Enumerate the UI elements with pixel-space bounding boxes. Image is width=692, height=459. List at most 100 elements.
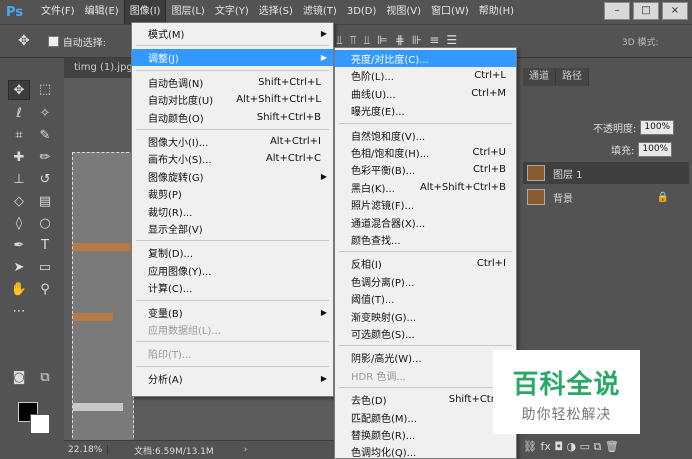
- more-tools-icon[interactable]: ⋯: [8, 302, 30, 322]
- align-right-icon[interactable]: ⊪: [412, 33, 422, 48]
- layer-row[interactable]: 图层 1: [523, 162, 689, 184]
- adjust-menu-item[interactable]: 色调分离(P)...: [335, 273, 516, 290]
- menu-7[interactable]: 3D(D): [342, 0, 382, 24]
- zoom-tool-icon[interactable]: ⚲: [34, 280, 56, 300]
- menu-item-label: 画布大小(S)...: [148, 155, 212, 167]
- image-menu-item[interactable]: 应用图像(Y)...: [132, 262, 333, 279]
- quick-mask-icon[interactable]: ◙: [8, 368, 30, 388]
- menu-5[interactable]: 选择(S): [254, 0, 298, 24]
- status-nav-arrow[interactable]: ›: [214, 445, 248, 455]
- image-menu-item[interactable]: 模式(M) ▶: [132, 25, 333, 42]
- align-left-icon[interactable]: ⊫: [377, 33, 387, 48]
- healing-brush-icon[interactable]: ✚: [8, 148, 30, 168]
- document-tab[interactable]: timg (1).jpg: [64, 58, 136, 78]
- layers-bottom-icons[interactable]: ⛓ fx ◘ ◑ ▭ ⧉ 🗑: [523, 438, 689, 456]
- align-vcenter-icon[interactable]: ⫪: [350, 33, 357, 48]
- type-tool-icon[interactable]: T: [34, 236, 56, 256]
- distribute-v-icon[interactable]: ☰: [446, 33, 457, 48]
- align-hcenter-icon[interactable]: ⋕: [395, 33, 405, 48]
- adjust-menu-item[interactable]: 色相/饱和度(H)... Ctrl+U: [335, 144, 516, 161]
- marquee-tool-icon[interactable]: ⬚: [34, 80, 56, 100]
- rectangle-tool-icon[interactable]: ▭: [34, 258, 56, 278]
- menu-2[interactable]: 图像(I): [123, 0, 167, 24]
- screen-mode-icon[interactable]: ⧉: [34, 368, 56, 388]
- blur-tool-icon[interactable]: ◊: [8, 214, 30, 234]
- image-menu-item[interactable]: 自动颜色(O) Shift+Ctrl+B: [132, 109, 333, 126]
- image-menu-item[interactable]: 图像旋转(G) ▶: [132, 168, 333, 185]
- path-select-icon[interactable]: ➤: [8, 258, 30, 278]
- image-menu-item[interactable]: 调整(J) ▶: [132, 49, 333, 67]
- image-menu-item[interactable]: 显示全部(V): [132, 220, 333, 237]
- magic-wand-icon[interactable]: ✧: [34, 104, 56, 124]
- eraser-tool-icon[interactable]: ◇: [8, 192, 30, 212]
- close-button[interactable]: ×: [662, 2, 688, 20]
- auto-select-label: 自动选择:: [62, 37, 107, 49]
- adjust-menu-item[interactable]: 色阶(L)... Ctrl+L: [335, 67, 516, 84]
- adjust-menu-item[interactable]: 曝光度(E)...: [335, 102, 516, 119]
- adjust-menu-item[interactable]: 黑白(K)... Alt+Shift+Ctrl+B: [335, 179, 516, 196]
- history-brush-icon[interactable]: ↺: [34, 170, 56, 190]
- adjust-menu-item[interactable]: 阈值(T)...: [335, 290, 516, 307]
- pen-tool-icon[interactable]: ✒: [8, 236, 30, 256]
- image-menu-item[interactable]: 自动色调(N) Shift+Ctrl+L: [132, 74, 333, 91]
- menu-9[interactable]: 窗口(W): [426, 0, 474, 24]
- image-menu-item: 应用数据组(L)...: [132, 321, 333, 338]
- menu-0[interactable]: 文件(F): [36, 0, 80, 24]
- brush-tool-icon[interactable]: ✏: [34, 148, 56, 168]
- menu-item-label: 复制(D)...: [148, 249, 194, 261]
- auto-select-checkbox[interactable]: [47, 35, 59, 47]
- menu-8[interactable]: 视图(V): [381, 0, 426, 24]
- image-menu-item[interactable]: 裁切(R)...: [132, 203, 333, 220]
- adjust-menu-item[interactable]: 颜色查找...: [335, 231, 516, 248]
- adjust-menu-item[interactable]: 色调均化(Q)...: [335, 443, 516, 459]
- menu-10[interactable]: 帮助(H): [474, 0, 519, 24]
- adjust-menu-item[interactable]: 阴影/高光(W)...: [335, 349, 516, 366]
- adjust-menu-item[interactable]: 匹配颜色(M)...: [335, 409, 516, 426]
- image-menu-item[interactable]: 自动对比度(U) Alt+Shift+Ctrl+L: [132, 91, 333, 108]
- layer-row[interactable]: 背景 🔒: [523, 186, 689, 208]
- adjust-menu-item[interactable]: 自然饱和度(V)...: [335, 127, 516, 144]
- distribute-icon[interactable]: ≡: [429, 33, 439, 48]
- image-menu-item[interactable]: 画布大小(S)... Alt+Ctrl+C: [132, 150, 333, 167]
- fill-field[interactable]: 100%: [638, 141, 673, 157]
- minimize-button[interactable]: –: [604, 2, 630, 20]
- image-menu-item[interactable]: 分析(A) ▶: [132, 370, 333, 387]
- document-image[interactable]: [72, 152, 134, 448]
- align-bottom-icon[interactable]: ⫫: [364, 33, 371, 48]
- stamp-tool-icon[interactable]: ⊥: [8, 170, 30, 190]
- hand-tool-icon[interactable]: ✋: [8, 280, 30, 300]
- adjust-menu-item[interactable]: 去色(D) Shift+Ctrl+: [335, 391, 516, 408]
- menu-1[interactable]: 编辑(E): [80, 0, 124, 24]
- adjust-menu-item[interactable]: 可选颜色(S)...: [335, 325, 516, 342]
- adjust-menu-item[interactable]: 亮度/对比度(C)...: [335, 50, 516, 67]
- move-tool-icon[interactable]: ✥: [8, 80, 30, 100]
- menu-6[interactable]: 滤镜(T): [298, 0, 342, 24]
- image-menu-item[interactable]: 计算(C)...: [132, 279, 333, 296]
- menu-4[interactable]: 文字(Y): [210, 0, 254, 24]
- image-menu-item[interactable]: 变量(B) ▶: [132, 304, 333, 321]
- zoom-level[interactable]: 22.18%: [64, 445, 108, 455]
- gradient-tool-icon[interactable]: ▤: [34, 192, 56, 212]
- tab-channels[interactable]: 通道: [523, 68, 556, 86]
- dodge-tool-icon[interactable]: ○: [34, 214, 56, 234]
- adjust-menu-item[interactable]: 渐变映射(G)...: [335, 308, 516, 325]
- eyedropper-icon[interactable]: ✎: [34, 126, 56, 146]
- adjust-menu-item[interactable]: 照片滤镜(F)...: [335, 196, 516, 213]
- adjust-menu-item[interactable]: 通道混合器(X)...: [335, 214, 516, 231]
- move-icon[interactable]: ✥: [18, 33, 30, 49]
- image-menu-item[interactable]: 复制(D)...: [132, 244, 333, 261]
- align-top-icon[interactable]: ⫫: [336, 33, 343, 48]
- tab-paths[interactable]: 路径: [556, 68, 589, 86]
- menu-3[interactable]: 图层(L): [166, 0, 209, 24]
- image-menu-item[interactable]: 裁剪(P): [132, 185, 333, 202]
- adjust-menu-item[interactable]: 曲线(U)... Ctrl+M: [335, 85, 516, 102]
- maximize-button[interactable]: □: [633, 2, 659, 20]
- adjust-menu-item[interactable]: 色彩平衡(B)... Ctrl+B: [335, 161, 516, 178]
- adjust-menu-item[interactable]: 反相(I) Ctrl+I: [335, 255, 516, 272]
- background-color-swatch[interactable]: [30, 414, 50, 434]
- adjust-menu-item[interactable]: 替换颜色(R)...: [335, 426, 516, 443]
- image-menu-item[interactable]: 图像大小(I)... Alt+Ctrl+I: [132, 133, 333, 150]
- opacity-field[interactable]: 100%: [640, 119, 675, 135]
- crop-tool-icon[interactable]: ⌗: [8, 126, 30, 146]
- lasso-tool-icon[interactable]: ℓ: [8, 104, 30, 124]
